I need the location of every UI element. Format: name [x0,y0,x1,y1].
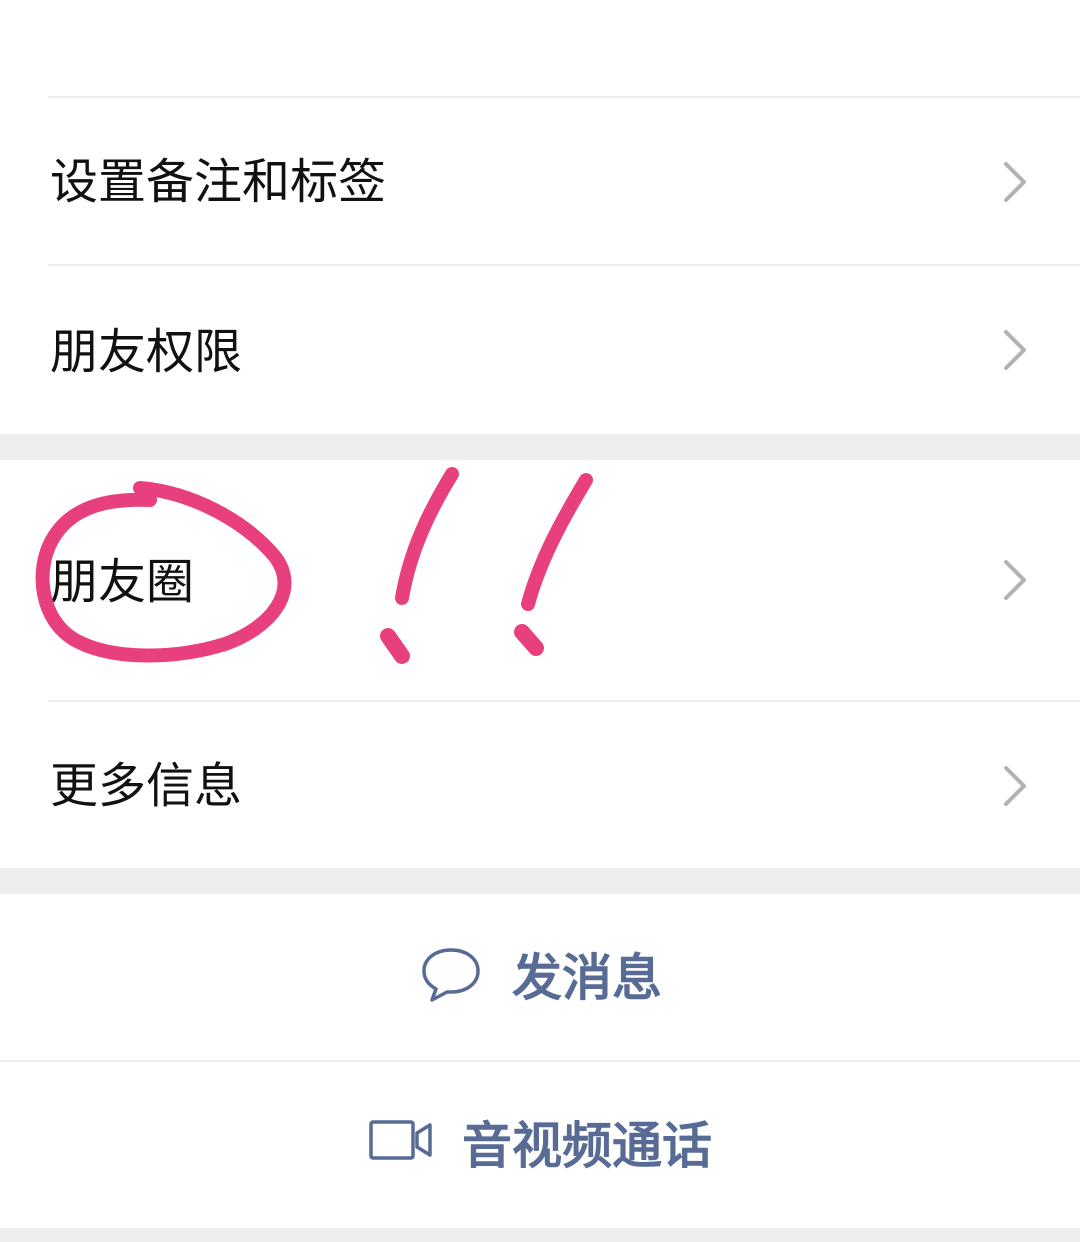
chevron-right-icon [1004,560,1026,600]
more-info-label: 更多信息 [50,758,243,814]
more-info-row[interactable]: 更多信息 [0,702,1080,868]
remark-tags-row[interactable]: 设置备注和标签 [0,98,1080,264]
send-message-label: 发消息 [512,949,662,1007]
video-call-label: 音视频通话 [462,1117,712,1175]
contact-info-panel: 朋友圈 更多信息 [0,460,1080,868]
remark-tags-label: 设置备注和标签 [50,154,387,210]
video-camera-icon [369,1120,432,1160]
friend-permissions-row[interactable]: 朋友权限 [0,266,1080,434]
video-call-button[interactable]: 音视频通话 [0,1062,1080,1228]
contact-settings-panel: 设置备注和标签 朋友权限 [0,0,1080,434]
chat-bubble-icon [422,948,480,1002]
contact-profile-screen: 设置备注和标签 朋友权限 朋友圈 更多信息 发消息 音视频通话 [0,0,1080,1242]
send-message-button[interactable]: 发消息 [0,894,1080,1060]
friend-permissions-label: 朋友权限 [50,324,243,380]
chevron-right-icon [1004,766,1026,806]
moments-label: 朋友圈 [50,554,195,610]
moments-row[interactable]: 朋友圈 [0,460,1080,700]
chevron-right-icon [1004,330,1026,370]
contact-actions-panel: 发消息 音视频通话 [0,894,1080,1228]
chevron-right-icon [1004,162,1026,202]
